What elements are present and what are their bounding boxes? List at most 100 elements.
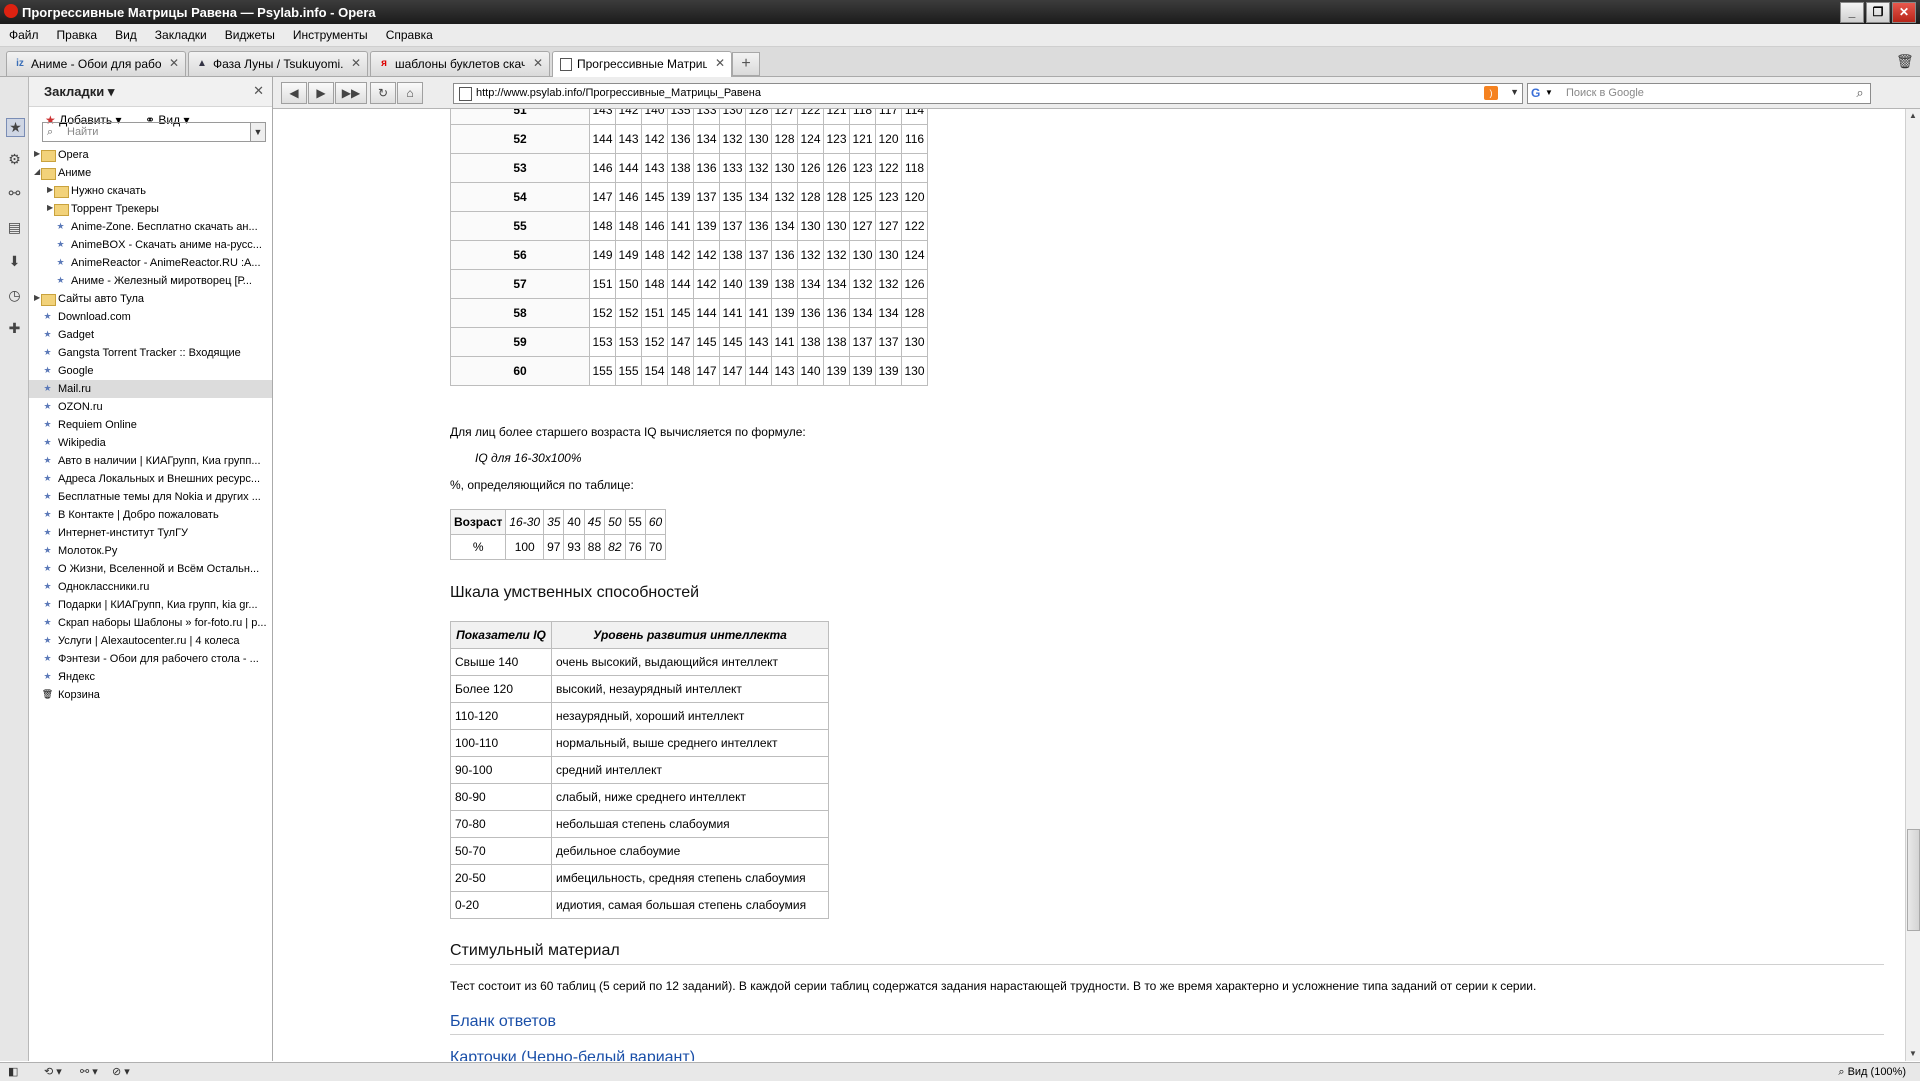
- bookmark-item[interactable]: ★ Mail.ru: [29, 380, 272, 398]
- maximize-button[interactable]: ❐: [1866, 2, 1890, 23]
- bookmark-item[interactable]: ★ О Жизни, Вселенной и Всём Остальн...: [29, 560, 272, 578]
- widgets-panel-icon[interactable]: ⚙: [6, 151, 23, 168]
- bookmark-item[interactable]: ★ Gangsta Torrent Tracker :: Входящие: [29, 344, 272, 362]
- bookmark-item[interactable]: ★ Requiem Online: [29, 416, 272, 434]
- bookmark-item[interactable]: ★ AnimeReactor - AnimeReactor.RU :А...: [29, 254, 272, 272]
- bookmark-item[interactable]: ★ Anime-Zone. Бесплатно скачать ан...: [29, 218, 272, 236]
- history-panel-icon[interactable]: ◷: [6, 287, 23, 304]
- level-cell: средний интеллект: [551, 756, 829, 784]
- expand-icon[interactable]: ▶: [34, 293, 40, 302]
- links-panel-icon[interactable]: ⚯: [6, 185, 23, 202]
- tab-close-icon[interactable]: ✕: [715, 56, 725, 70]
- bookmark-item[interactable]: ★ Интернет-институт ТулГУ: [29, 524, 272, 542]
- panel-toggle-icon[interactable]: ◧: [8, 1065, 18, 1078]
- menu-bookmarks[interactable]: Закладки: [146, 24, 216, 46]
- chevron-down-icon[interactable]: ▼: [250, 123, 265, 141]
- answer-sheet-link[interactable]: Бланк ответов: [450, 1013, 556, 1031]
- expand-icon[interactable]: ▶: [34, 149, 40, 158]
- minimize-button[interactable]: _: [1840, 2, 1864, 23]
- scroll-down-icon[interactable]: ▼: [1906, 1047, 1920, 1061]
- menu-file[interactable]: Файл: [0, 24, 48, 46]
- closed-tabs-trash-icon[interactable]: 🗑: [1896, 53, 1914, 71]
- close-button[interactable]: ✕: [1892, 2, 1916, 23]
- bookmark-item[interactable]: ★ Молоток.Ру: [29, 542, 272, 560]
- fast-forward-button[interactable]: ▶▶: [335, 82, 367, 104]
- bookmark-search-input[interactable]: ⌕ Найти ▼: [42, 122, 266, 142]
- tab-close-icon[interactable]: ✕: [533, 56, 543, 70]
- sync-icon[interactable]: ⟲ ▾: [44, 1065, 62, 1078]
- score-cell: 139: [771, 298, 798, 328]
- bookmark-item[interactable]: ★ Download.com: [29, 308, 272, 326]
- sidebar-close-icon[interactable]: ✕: [253, 83, 264, 99]
- scrollbar-thumb[interactable]: [1907, 829, 1920, 931]
- rss-feed-icon[interactable]: ): [1484, 86, 1498, 100]
- search-icon[interactable]: ⌕: [1852, 85, 1868, 101]
- notes-panel-icon[interactable]: ▤: [6, 219, 23, 236]
- new-tab-button[interactable]: +: [732, 52, 760, 76]
- vertical-scrollbar[interactable]: ▲ ▼: [1905, 109, 1920, 1061]
- address-bar[interactable]: http://www.psylab.info/Прогрессивные_Мат…: [453, 83, 1523, 104]
- score-cell: 134: [875, 298, 902, 328]
- transfers-panel-icon[interactable]: ⬇: [6, 253, 23, 270]
- bookmark-item[interactable]: ★ В Контакте | Добро пожаловать: [29, 506, 272, 524]
- bookmark-label: Аниме - Железный миротворец [Р...: [71, 275, 252, 287]
- tab-moon-phase[interactable]: ▲ Фаза Луны / Tsukuyomi... ✕: [188, 51, 368, 76]
- bookmark-item[interactable]: ◢ Аниме: [29, 164, 272, 182]
- menu-view[interactable]: Вид: [106, 24, 146, 46]
- bookmark-item[interactable]: ★ Google: [29, 362, 272, 380]
- iq-range-cell: 70-80: [450, 810, 552, 838]
- chevron-down-icon[interactable]: ▼: [1545, 88, 1553, 97]
- cards-bw-link[interactable]: Карточки (Черно-белый вариант): [450, 1049, 695, 1061]
- bookmark-item[interactable]: 🗑 Корзина: [29, 686, 272, 704]
- menu-tools[interactable]: Инструменты: [284, 24, 377, 46]
- bookmark-item[interactable]: ▶ Opera: [29, 146, 272, 164]
- bookmark-item[interactable]: ★ Аниме - Железный миротворец [Р...: [29, 272, 272, 290]
- bookmark-item[interactable]: ★ AnimeBOX - Скачать аниме на-русс...: [29, 236, 272, 254]
- chevron-down-icon[interactable]: ▼: [1510, 87, 1519, 97]
- search-field[interactable]: G ▼ Поиск в Google ⌕: [1527, 83, 1871, 104]
- add-panel-icon[interactable]: ✚: [6, 320, 23, 337]
- back-button[interactable]: ◀: [281, 82, 307, 104]
- bookmarks-panel-icon[interactable]: ★: [6, 118, 25, 137]
- bookmark-item[interactable]: ★ Бесплатные темы для Nokia и других ...: [29, 488, 272, 506]
- bookmark-item[interactable]: ★ OZON.ru: [29, 398, 272, 416]
- bookmark-item[interactable]: ★ Одноклассники.ru: [29, 578, 272, 596]
- bookmark-item[interactable]: ★ Wikipedia: [29, 434, 272, 452]
- bookmark-item[interactable]: ★ Услуги | Alexautocenter.ru | 4 колеса: [29, 632, 272, 650]
- tab-close-icon[interactable]: ✕: [169, 56, 179, 70]
- expand-icon[interactable]: ▶: [47, 185, 53, 194]
- forward-button[interactable]: ▶: [308, 82, 334, 104]
- expand-icon[interactable]: ▶: [47, 203, 53, 212]
- google-icon[interactable]: G: [1531, 86, 1540, 100]
- menu-help[interactable]: Справка: [377, 24, 442, 46]
- tab-raven-matrices[interactable]: Прогрессивные Матриц... ✕: [552, 51, 732, 77]
- bookmark-item[interactable]: ★ Gadget: [29, 326, 272, 344]
- tab-booklet-templates[interactable]: я шаблоны буклетов скач... ✕: [370, 51, 550, 76]
- zoom-indicator[interactable]: ⌕ Вид (100%): [1838, 1066, 1906, 1079]
- tab-anime-wallpapers[interactable]: iz Аниме - Обои для рабоч... ✕: [6, 51, 186, 76]
- tab-close-icon[interactable]: ✕: [351, 56, 361, 70]
- bookmark-item[interactable]: ★ Яндекс: [29, 668, 272, 686]
- menu-widgets[interactable]: Виджеты: [216, 24, 284, 46]
- scroll-up-icon[interactable]: ▲: [1906, 109, 1920, 123]
- menu-edit[interactable]: Правка: [48, 24, 107, 46]
- bookmark-item[interactable]: ★ Авто в наличии | КИАГрупп, Киа групп...: [29, 452, 272, 470]
- bookmark-item[interactable]: ★ Адреса Локальных и Внешних ресурс...: [29, 470, 272, 488]
- bookmark-item[interactable]: ★ Скрап наборы Шаблоны » for-foto.ru | р.…: [29, 614, 272, 632]
- score-cell: 118: [849, 109, 876, 125]
- bookmark-item[interactable]: ★ Подарки | КИАГрупп, Киа групп, kia gr..…: [29, 596, 272, 614]
- score-cell: 144: [589, 124, 616, 154]
- bookmark-item[interactable]: ▶ Торрент Трекеры: [29, 200, 272, 218]
- bookmark-item[interactable]: ★ Фэнтези - Обои для рабочего стола - ...: [29, 650, 272, 668]
- reload-button[interactable]: ↻: [370, 82, 396, 104]
- bookmark-item[interactable]: ▶ Сайты авто Тула: [29, 290, 272, 308]
- unite-icon[interactable]: ⚯ ▾: [80, 1065, 98, 1078]
- url-text: http://www.psylab.info/Прогрессивные_Мат…: [476, 87, 761, 99]
- collapse-icon[interactable]: ◢: [34, 167, 40, 176]
- bookmark-item[interactable]: ▶ Нужно скачать: [29, 182, 272, 200]
- sidebar-title[interactable]: Закладки ▾: [44, 84, 114, 100]
- score-cell: 132: [875, 269, 902, 299]
- home-button[interactable]: ⌂: [397, 82, 423, 104]
- score-cell: 136: [693, 153, 720, 183]
- turbo-icon[interactable]: ⊘ ▾: [112, 1065, 130, 1078]
